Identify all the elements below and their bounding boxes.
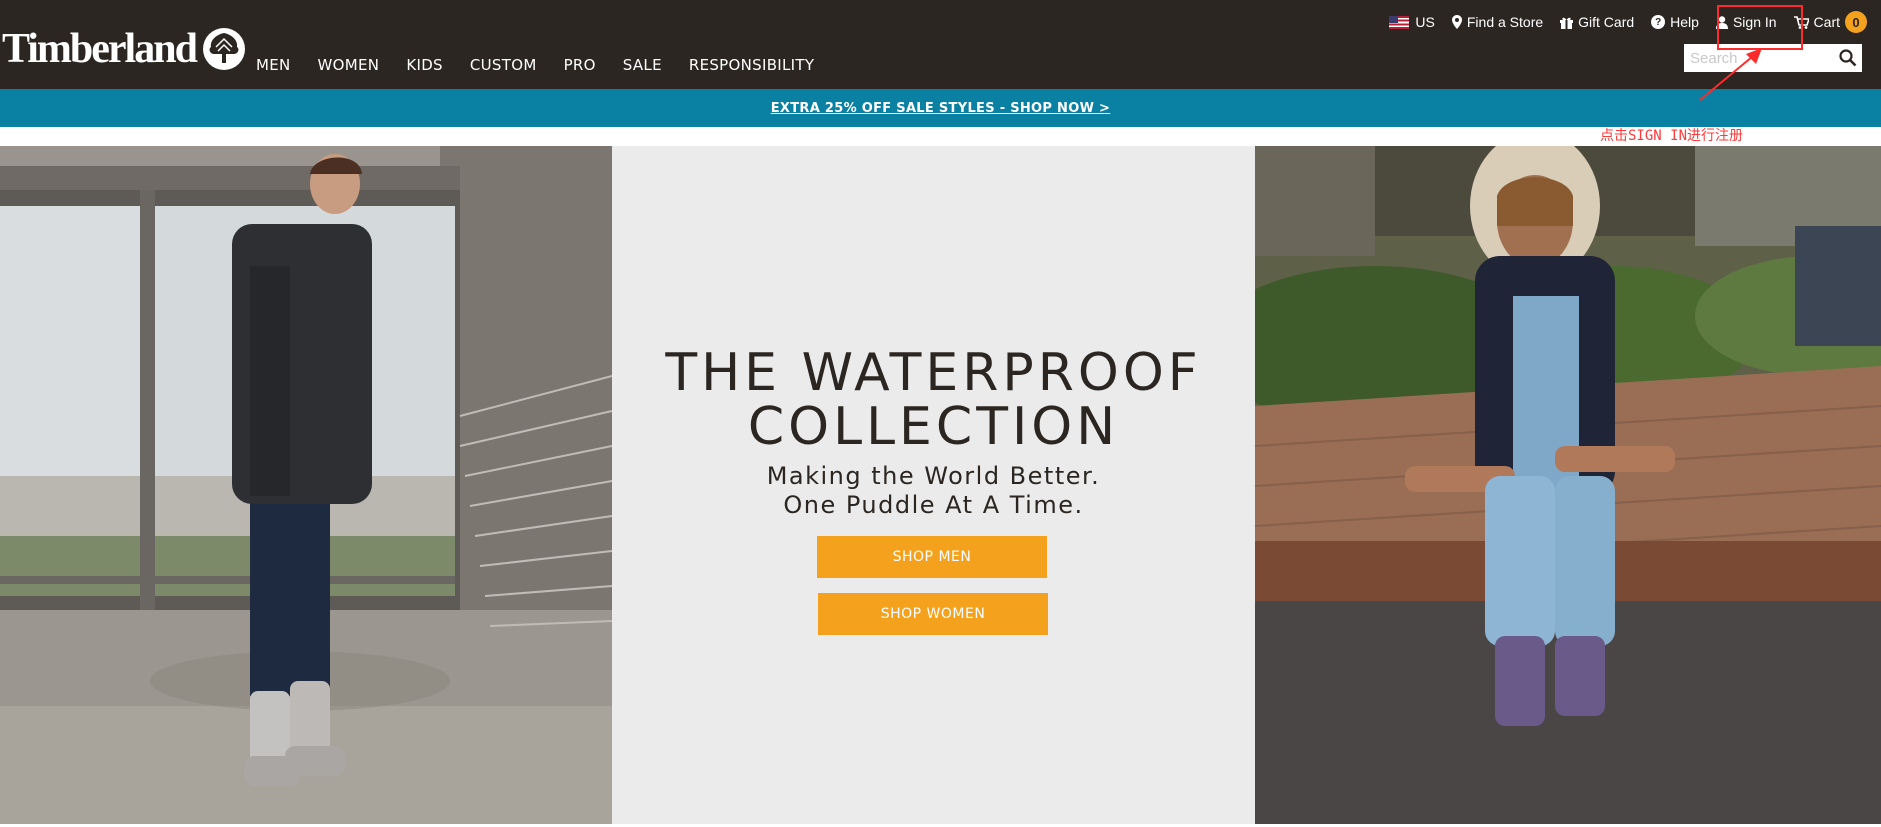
shop-men-button[interactable]: SHOP MEN bbox=[817, 536, 1047, 578]
nav-kids[interactable]: KIDS bbox=[406, 56, 443, 74]
main-navigation: MEN WOMEN KIDS CUSTOM PRO SALE RESPONSIB… bbox=[256, 56, 841, 74]
nav-men[interactable]: MEN bbox=[256, 56, 291, 74]
men-scene-illustration bbox=[0, 146, 612, 824]
brand-wordmark: Timberland bbox=[2, 26, 198, 72]
us-flag-icon bbox=[1389, 15, 1410, 29]
promo-banner: EXTRA 25% OFF SALE STYLES - SHOP NOW > bbox=[0, 89, 1881, 127]
site-header: Timberland MEN WOMEN KIDS CUSTOM PRO SAL… bbox=[0, 0, 1881, 89]
hero-text-panel: THE WATERPROOF COLLECTION Making the Wor… bbox=[612, 146, 1255, 824]
annotation-arrow-icon bbox=[1699, 48, 1762, 101]
hero-subtitle-line-2: One Puddle At A Time. bbox=[783, 491, 1084, 519]
promo-link[interactable]: EXTRA 25% OFF SALE STYLES - SHOP NOW > bbox=[771, 101, 1111, 116]
brand-logo[interactable]: Timberland bbox=[2, 26, 246, 72]
nav-responsibility[interactable]: RESPONSIBILITY bbox=[689, 56, 814, 74]
cart-link[interactable]: Cart 0 bbox=[1793, 11, 1867, 33]
tree-logo-icon bbox=[202, 28, 245, 70]
hero-title-line-2: COLLECTION bbox=[747, 397, 1120, 457]
hero-subtitle-line-1: Making the World Better. bbox=[766, 462, 1101, 490]
hero-image-women[interactable] bbox=[1255, 146, 1881, 824]
cart-count-badge: 0 bbox=[1845, 11, 1867, 33]
search-icon[interactable] bbox=[1838, 48, 1858, 68]
region-selector[interactable]: US bbox=[1389, 14, 1435, 30]
nav-women[interactable]: WOMEN bbox=[318, 56, 380, 74]
hero-image-men[interactable] bbox=[0, 146, 612, 824]
hero-section: THE WATERPROOF COLLECTION Making the Wor… bbox=[0, 146, 1881, 824]
hero-title-line-1: THE WATERPROOF bbox=[665, 343, 1202, 403]
women-scene-illustration bbox=[1255, 146, 1881, 824]
hero-subtitle: Making the World Better. One Puddle At A… bbox=[612, 462, 1255, 520]
nav-pro[interactable]: PRO bbox=[564, 56, 596, 74]
map-pin-icon bbox=[1451, 15, 1462, 29]
region-label: US bbox=[1415, 14, 1435, 30]
shop-women-button[interactable]: SHOP WOMEN bbox=[818, 593, 1048, 635]
nav-custom[interactable]: CUSTOM bbox=[470, 56, 537, 74]
find-store-label: Find a Store bbox=[1466, 14, 1544, 30]
help-link[interactable]: ? Help bbox=[1651, 14, 1699, 30]
gift-icon bbox=[1560, 17, 1574, 29]
annotation-note: 点击SIGN IN进行注册 bbox=[1600, 128, 1744, 144]
gift-card-link[interactable]: Gift Card bbox=[1560, 14, 1634, 30]
help-icon: ? bbox=[1651, 15, 1666, 29]
help-label: Help bbox=[1670, 14, 1699, 30]
cart-label: Cart bbox=[1813, 14, 1840, 30]
hero-title: THE WATERPROOF COLLECTION bbox=[612, 346, 1255, 454]
nav-sale[interactable]: SALE bbox=[623, 56, 662, 74]
gift-card-label: Gift Card bbox=[1578, 14, 1635, 30]
find-store-link[interactable]: Find a Store bbox=[1451, 14, 1544, 30]
